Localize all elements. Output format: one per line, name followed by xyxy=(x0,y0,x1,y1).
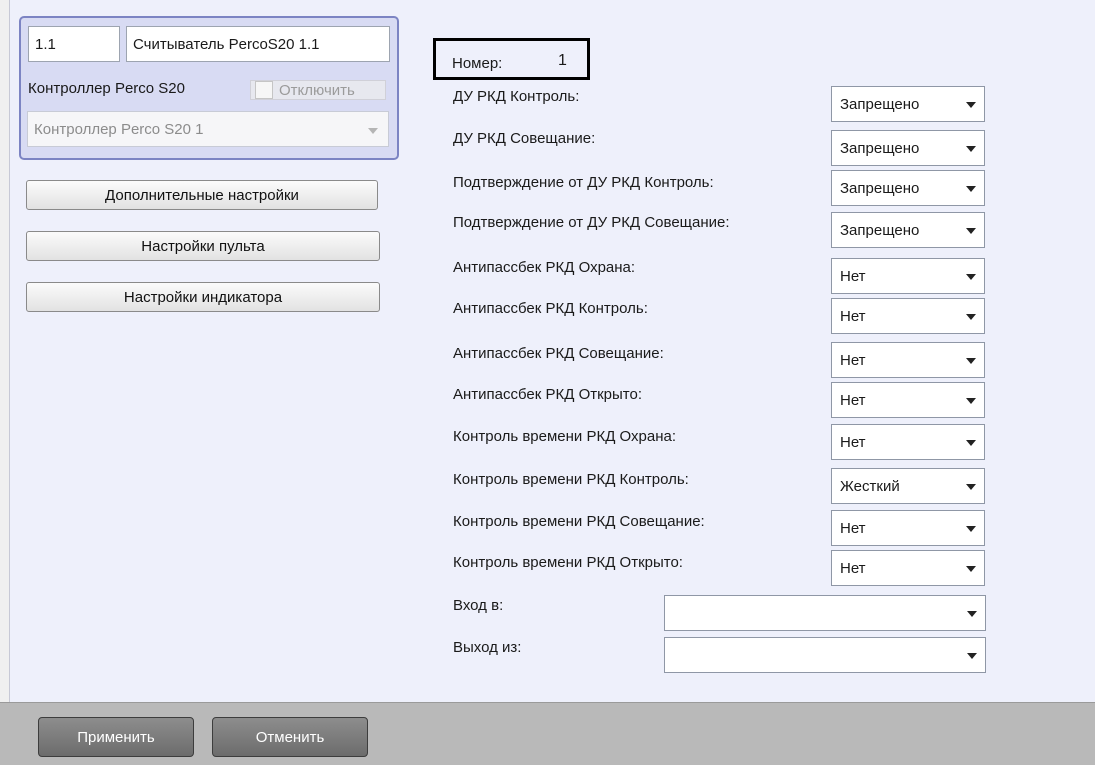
chevron-down-icon xyxy=(368,128,378,134)
cancel-button[interactable]: Отменить xyxy=(212,717,368,757)
setting-label: Контроль времени РКД Открыто: xyxy=(453,554,683,571)
chevron-down-icon xyxy=(966,274,976,280)
setting-dropdown[interactable]: Нет xyxy=(831,258,985,294)
chevron-down-icon xyxy=(967,611,977,617)
chevron-down-icon xyxy=(967,653,977,659)
chevron-down-icon xyxy=(966,102,976,108)
controller-select[interactable]: Контроллер Perco S20 1 xyxy=(27,111,389,147)
setting-label: ДУ РКД Контроль: xyxy=(453,88,580,105)
setting-dropdown[interactable]: Запрещено xyxy=(831,130,985,166)
chevron-down-icon xyxy=(966,526,976,532)
reader-name-field[interactable]: Считыватель PercoS20 1.1 xyxy=(126,26,390,62)
chevron-down-icon xyxy=(966,228,976,234)
setting-dropdown[interactable]: Нет xyxy=(831,510,985,546)
setting-dropdown[interactable]: Запрещено xyxy=(831,212,985,248)
setting-dropdown[interactable]: Нет xyxy=(831,382,985,418)
reader-id-field[interactable]: 1.1 xyxy=(28,26,120,62)
disable-checkbox[interactable]: Отключить xyxy=(250,80,386,100)
setting-label: Подтверждение от ДУ РКД Контроль: xyxy=(453,174,714,191)
exit-label: Выход из: xyxy=(453,639,522,656)
setting-label: Контроль времени РКД Охрана: xyxy=(453,428,677,445)
setting-dropdown[interactable]: Нет xyxy=(831,342,985,378)
entry-dropdown[interactable] xyxy=(664,595,986,631)
chevron-down-icon xyxy=(966,484,976,490)
chevron-down-icon xyxy=(966,314,976,320)
number-label: Номер: xyxy=(452,55,503,72)
indicator-settings-button[interactable]: Настройки индикатора xyxy=(26,282,380,312)
setting-dropdown[interactable]: Нет xyxy=(831,550,985,586)
exit-dropdown[interactable] xyxy=(664,637,986,673)
chevron-down-icon xyxy=(966,440,976,446)
console-settings-button[interactable]: Настройки пульта xyxy=(26,231,380,261)
checkbox-box[interactable] xyxy=(255,81,273,99)
setting-dropdown[interactable]: Нет xyxy=(831,298,985,334)
setting-label: Антипассбек РКД Охрана: xyxy=(453,259,636,276)
apply-button[interactable]: Применить xyxy=(38,717,194,757)
chevron-down-icon xyxy=(966,566,976,572)
setting-dropdown[interactable]: Запрещено xyxy=(831,170,985,206)
setting-label: Антипассбек РКД Контроль: xyxy=(453,300,648,317)
number-value: 1 xyxy=(558,52,567,69)
chevron-down-icon xyxy=(966,398,976,404)
chevron-down-icon xyxy=(966,358,976,364)
setting-label: Антипассбек РКД Совещание: xyxy=(453,345,664,362)
setting-dropdown[interactable]: Нет xyxy=(831,424,985,460)
disable-label: Отключить xyxy=(279,81,355,99)
number-box: Номер: 1 xyxy=(433,38,590,80)
controller-label: Контроллер Perco S20 xyxy=(28,80,185,97)
setting-dropdown[interactable]: Жесткий xyxy=(831,468,985,504)
chevron-down-icon xyxy=(966,186,976,192)
setting-label: Антипассбек РКД Открыто: xyxy=(453,386,643,403)
setting-label: Контроль времени РКД Контроль: xyxy=(453,471,689,488)
setting-dropdown[interactable]: Запрещено xyxy=(831,86,985,122)
setting-label: Контроль времени РКД Совещание: xyxy=(453,513,705,530)
chevron-down-icon xyxy=(966,146,976,152)
extra-settings-button[interactable]: Дополнительные настройки xyxy=(26,180,378,210)
setting-label: Подтверждение от ДУ РКД Совещание: xyxy=(453,214,730,231)
entry-label: Вход в: xyxy=(453,597,504,614)
setting-label: ДУ РКД Совещание: xyxy=(453,130,596,147)
